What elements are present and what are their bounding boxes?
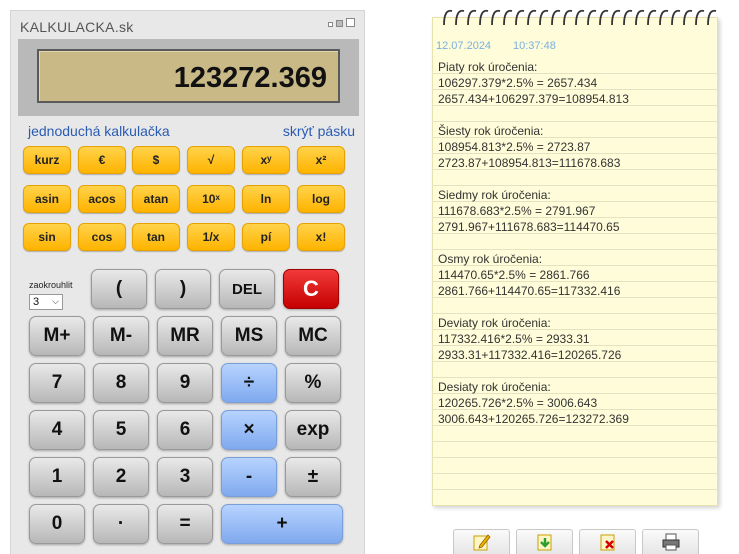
key-ln[interactable]: ln	[242, 185, 290, 213]
key-asin[interactable]: asin	[23, 185, 71, 213]
key-reciprocal[interactable]: 1/x	[187, 223, 235, 251]
key-minus[interactable]: -	[221, 457, 277, 497]
key-exp[interactable]: exp	[285, 410, 341, 450]
rounding-label: zaokrouhlit	[29, 280, 73, 290]
key-m-plus[interactable]: M+	[29, 316, 85, 356]
chevron-down-icon: ⌵	[52, 296, 59, 306]
calculator-panel: KALKULACKA.sk 123272.369 jednoduchá kalk…	[10, 10, 365, 554]
key-sin[interactable]: sin	[23, 223, 71, 251]
key-1[interactable]: 1	[29, 457, 85, 497]
key-ten-power[interactable]: 10ˣ	[187, 185, 235, 213]
simple-calculator-link[interactable]: jednoduchá kalkulačka	[28, 123, 170, 139]
key-atan[interactable]: atan	[132, 185, 180, 213]
key-decimal[interactable]: ·	[93, 504, 149, 544]
clear-tape-button[interactable]	[579, 529, 636, 554]
rounding-value: 3	[33, 296, 40, 308]
tape-line: Osmy rok úročenia:	[438, 252, 543, 266]
save-tape-button[interactable]	[516, 529, 573, 554]
key-kurz[interactable]: kurz	[23, 146, 71, 174]
key-divide[interactable]: ÷	[221, 363, 277, 403]
key-percent[interactable]: %	[285, 363, 341, 403]
key-5[interactable]: 5	[93, 410, 149, 450]
display: 123272.369	[37, 49, 340, 103]
key-plus[interactable]: +	[221, 504, 343, 544]
key-4[interactable]: 4	[29, 410, 85, 450]
key-square[interactable]: x²	[297, 146, 345, 174]
edit-tape-button[interactable]	[453, 529, 510, 554]
key-3[interactable]: 3	[157, 457, 213, 497]
key-mc[interactable]: MC	[285, 316, 341, 356]
key-m-minus[interactable]: M-	[93, 316, 149, 356]
tape-line: 2791.967+111678.683=114470.65	[438, 220, 620, 234]
window-controls	[328, 18, 355, 27]
key-multiply[interactable]: ×	[221, 410, 277, 450]
delete-icon	[600, 534, 614, 551]
restore-icon[interactable]	[336, 20, 343, 27]
key-2[interactable]: 2	[93, 457, 149, 497]
key-6[interactable]: 6	[157, 410, 213, 450]
key-factorial[interactable]: x!	[297, 223, 345, 251]
key-acos[interactable]: acos	[78, 185, 126, 213]
tape-line: 106297.379*2.5% = 2657.434	[438, 76, 598, 90]
key-sqrt[interactable]: √	[187, 146, 235, 174]
key-clear[interactable]: C	[283, 269, 339, 309]
tape-line: 3006.643+120265.726=123272.369	[438, 412, 629, 426]
key-ms[interactable]: MS	[221, 316, 277, 356]
key-log[interactable]: log	[297, 185, 345, 213]
tape-line: 114470.65*2.5% = 2861.766	[438, 268, 590, 282]
spiral-binding-icon	[443, 9, 717, 26]
tape-line: Desiaty rok úročenia:	[438, 380, 551, 394]
tape-line: Siedmy rok úročenia:	[438, 188, 551, 202]
tape-line: Šiesty rok úročenia:	[438, 124, 544, 138]
display-frame: 123272.369	[18, 39, 359, 116]
key-0[interactable]: 0	[29, 504, 85, 544]
key-8[interactable]: 8	[93, 363, 149, 403]
key-euro[interactable]: €	[78, 146, 126, 174]
hide-tape-link[interactable]: skrýť pásku	[283, 123, 355, 139]
app-root: KALKULACKA.sk 123272.369 jednoduchá kalk…	[0, 0, 739, 554]
key-open-paren[interactable]: (	[91, 269, 147, 309]
tape-line: 120265.726*2.5% = 3006.643	[438, 396, 598, 410]
key-power[interactable]: xʸ	[242, 146, 290, 174]
tape-line: 111678.683*2.5% = 2791.967	[438, 204, 596, 218]
minimize-icon[interactable]	[328, 22, 333, 27]
key-dollar[interactable]: $	[132, 146, 180, 174]
key-del[interactable]: DEL	[219, 269, 275, 309]
rounding-select[interactable]: 3 ⌵	[29, 294, 63, 310]
tape-date: 12.07.2024	[436, 40, 492, 52]
tape-line: 2861.766+114470.65=117332.416	[438, 284, 621, 298]
app-title: KALKULACKA.sk	[20, 19, 134, 35]
tape-line: 117332.416*2.5% = 2933.31	[438, 332, 590, 346]
maximize-icon[interactable]	[346, 18, 355, 27]
print-icon	[662, 533, 679, 551]
key-tan[interactable]: tan	[132, 223, 180, 251]
key-equals[interactable]: =	[157, 504, 213, 544]
key-9[interactable]: 9	[157, 363, 213, 403]
key-mr[interactable]: MR	[157, 316, 213, 356]
print-tape-button[interactable]	[642, 529, 699, 554]
download-icon	[537, 534, 551, 551]
tape-line: Piaty rok úročenia:	[438, 60, 538, 74]
edit-icon	[473, 534, 491, 551]
key-pi[interactable]: pí	[242, 223, 290, 251]
key-close-paren[interactable]: )	[155, 269, 211, 309]
key-plus-minus[interactable]: ±	[285, 457, 341, 497]
tape-line: 108954.813*2.5% = 2723.87	[438, 140, 591, 154]
key-cos[interactable]: cos	[78, 223, 126, 251]
tape-line: 2657.434+106297.379=108954.813	[438, 92, 629, 106]
tape-line: 2723.87+108954.813=111678.683	[438, 156, 621, 170]
tape-time: 10:37:48	[513, 40, 556, 52]
tape-line: 2933.31+117332.416=120265.726	[438, 348, 622, 362]
key-7[interactable]: 7	[29, 363, 85, 403]
display-value: 123272.369	[173, 62, 327, 94]
tape-line: Deviaty rok úročenia:	[438, 316, 551, 330]
